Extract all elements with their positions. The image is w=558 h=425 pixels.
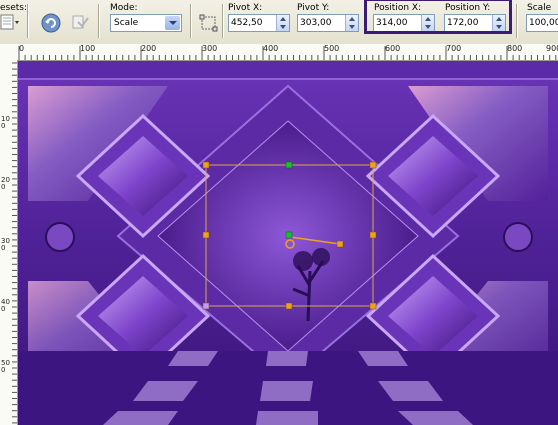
toolbar-separator: [27, 4, 29, 38]
pivot-x-input[interactable]: [231, 17, 277, 29]
vertical-ruler: 100 200 300 400 500: [0, 60, 18, 425]
pivot-y-field[interactable]: [297, 14, 359, 32]
toolbar-separator: [190, 4, 192, 38]
ruler-h-label: 500: [324, 44, 340, 53]
pivot-y-spinner[interactable]: [345, 15, 358, 31]
reset-icon[interactable]: [40, 12, 62, 34]
ruler-h-label: 800: [507, 44, 523, 53]
position-highlight-frame: [364, 0, 512, 34]
toolbar-separator: [98, 4, 100, 38]
mode-value: Scale: [114, 18, 139, 28]
toolbar-separator: [222, 4, 224, 38]
ruler-h-label: 300: [202, 44, 218, 53]
scale-input[interactable]: [529, 17, 558, 29]
pivot-x-label: Pivot X:: [228, 3, 263, 13]
pivot-y-input[interactable]: [300, 17, 346, 29]
scale-label: Scale: [527, 3, 552, 13]
bounding-box-icon[interactable]: [198, 12, 220, 34]
ruler-h-label: 400: [263, 44, 279, 53]
ruler-h-label: 200: [141, 44, 157, 53]
ruler-h-label: 600: [385, 44, 401, 53]
pivot-x-field[interactable]: [228, 14, 290, 32]
scale-field[interactable]: [526, 14, 558, 32]
pivot-y-label: Pivot Y:: [297, 3, 330, 13]
mode-select[interactable]: Scale: [110, 14, 182, 32]
toolbar-separator: [516, 4, 518, 38]
ruler-h-label: 0: [19, 44, 25, 53]
ruler-v-label: 300: [1, 237, 10, 252]
tool-options-toolbar: esets: Mode: Scale Pivot X: Pivot Y: Pos…: [0, 0, 558, 45]
horizontal-ruler: 0 100 200 300 400 500 600 700 800 900: [0, 44, 558, 61]
pivot-x-spinner[interactable]: [276, 15, 289, 31]
ruler-v-label: 200: [1, 176, 10, 191]
mode-label: Mode:: [110, 3, 138, 13]
ruler-h-label: 900: [546, 44, 558, 53]
chevron-down-icon[interactable]: [165, 16, 180, 30]
ruler-v-label: 100: [1, 115, 10, 130]
ruler-h-label: 700: [446, 44, 462, 53]
apply-icon[interactable]: [70, 12, 92, 34]
presets-dropdown-icon[interactable]: [0, 12, 22, 34]
ruler-h-label: 100: [80, 44, 96, 53]
ruler-v-label: 400: [1, 298, 10, 313]
image-canvas[interactable]: [18, 61, 558, 425]
ruler-v-label: 500: [1, 359, 10, 374]
